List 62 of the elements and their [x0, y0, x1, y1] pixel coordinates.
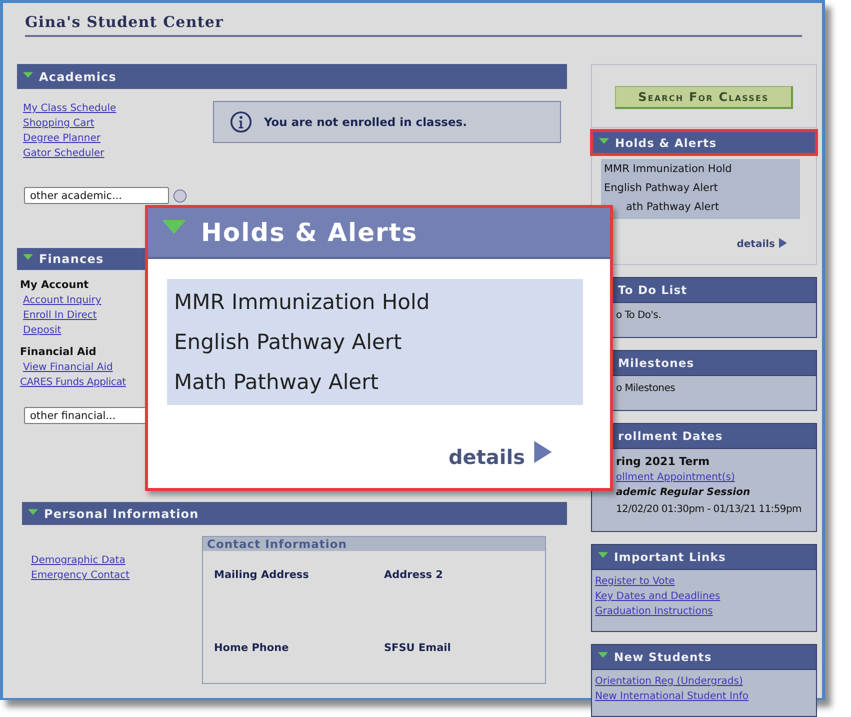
panel-link[interactable]: Register to Vote [595, 574, 675, 589]
finance-link[interactable]: Deposit [20, 323, 62, 338]
field-label: Home Phone [214, 642, 290, 654]
academics-link[interactable]: Gator Scheduler [23, 146, 104, 161]
group-heading: My Account [20, 278, 89, 293]
panel-header[interactable]: New Students [592, 645, 816, 670]
finance-link[interactable]: Enroll In Direct [20, 308, 97, 323]
select-field[interactable]: other academic... [24, 187, 169, 204]
search-for-classes-button[interactable]: Search For Classes [615, 86, 793, 108]
personal-link[interactable]: Demographic Data [31, 553, 126, 568]
page-title: Gina's Student Center [25, 13, 224, 31]
panel-link[interactable]: Orientation Reg (Undergrads) [595, 674, 743, 689]
panel-link[interactable]: Graduation Instructions [595, 604, 713, 619]
academics-link[interactable]: Shopping Cart [23, 116, 94, 131]
callout-title: Holds & Alerts [201, 218, 418, 247]
panel-title: rollment Dates [618, 429, 723, 443]
section-title: Finances [39, 252, 104, 266]
right-triangle-icon [534, 441, 552, 463]
academics-link[interactable]: Degree Planner [23, 131, 100, 146]
panel-title: Important Links [614, 550, 726, 564]
info-icon [230, 111, 252, 133]
hold-item[interactable]: MMR Immunization Hold [604, 160, 732, 179]
details-link[interactable]: details [736, 239, 775, 250]
section-header[interactable]: Academics [17, 64, 567, 89]
finance-link[interactable]: Account Inquiry [20, 293, 102, 308]
panel-title: To Do List [618, 283, 688, 297]
field-label: SFSU Email [384, 642, 452, 654]
contact-header: Contact Information [203, 537, 545, 551]
hold-item[interactable]: English Pathway Alert [604, 179, 718, 198]
go-icon[interactable] [173, 188, 187, 202]
panel-header[interactable]: Holds & Alerts [593, 132, 815, 153]
field-label: Address 2 [384, 569, 444, 581]
finance-link[interactable]: View Financial Aid [20, 360, 113, 375]
collapse-triangle-icon [23, 254, 33, 260]
panel-link[interactable]: ollment Appointment(s) [616, 470, 735, 485]
term-heading: ring 2021 Term [616, 454, 710, 470]
panel-title: Holds & Alerts [615, 136, 717, 150]
right-triangle-icon [779, 238, 787, 248]
notice-text: You are not enrolled in classes. [264, 115, 468, 129]
finance-link[interactable]: CARES Funds Applicat [20, 375, 126, 390]
section-title: Personal Information [44, 506, 199, 520]
academics-link[interactable]: My Class Schedule [23, 101, 116, 116]
hold-item: MMR Immunization Hold [174, 289, 430, 316]
collapse-triangle-icon [161, 220, 187, 234]
panel-title: Milestones [618, 356, 694, 370]
collapse-triangle-icon [23, 72, 33, 78]
group-heading: Financial Aid [20, 345, 96, 360]
section-header[interactable]: Personal Information [22, 502, 567, 525]
panel-link[interactable]: New International Student Info [595, 689, 748, 704]
panel-text: 12/02/20 01:30pm - 01/13/21 11:59pm [616, 503, 802, 517]
hold-item: English Pathway Alert [174, 329, 402, 356]
panel-title: New Students [614, 650, 712, 664]
section-title: Academics [39, 70, 116, 84]
collapse-triangle-icon [28, 508, 38, 514]
session-label: ademic Regular Session [616, 486, 750, 500]
field-label: Mailing Address [214, 569, 310, 581]
panel-text: o Milestones [616, 382, 675, 396]
hold-item: Math Pathway Alert [174, 369, 378, 396]
panel-link[interactable]: Key Dates and Deadlines [595, 589, 720, 604]
panel-header[interactable]: Important Links [592, 545, 816, 570]
personal-link[interactable]: Emergency Contact [31, 568, 130, 583]
panel-text: o To Do's. [616, 309, 661, 323]
